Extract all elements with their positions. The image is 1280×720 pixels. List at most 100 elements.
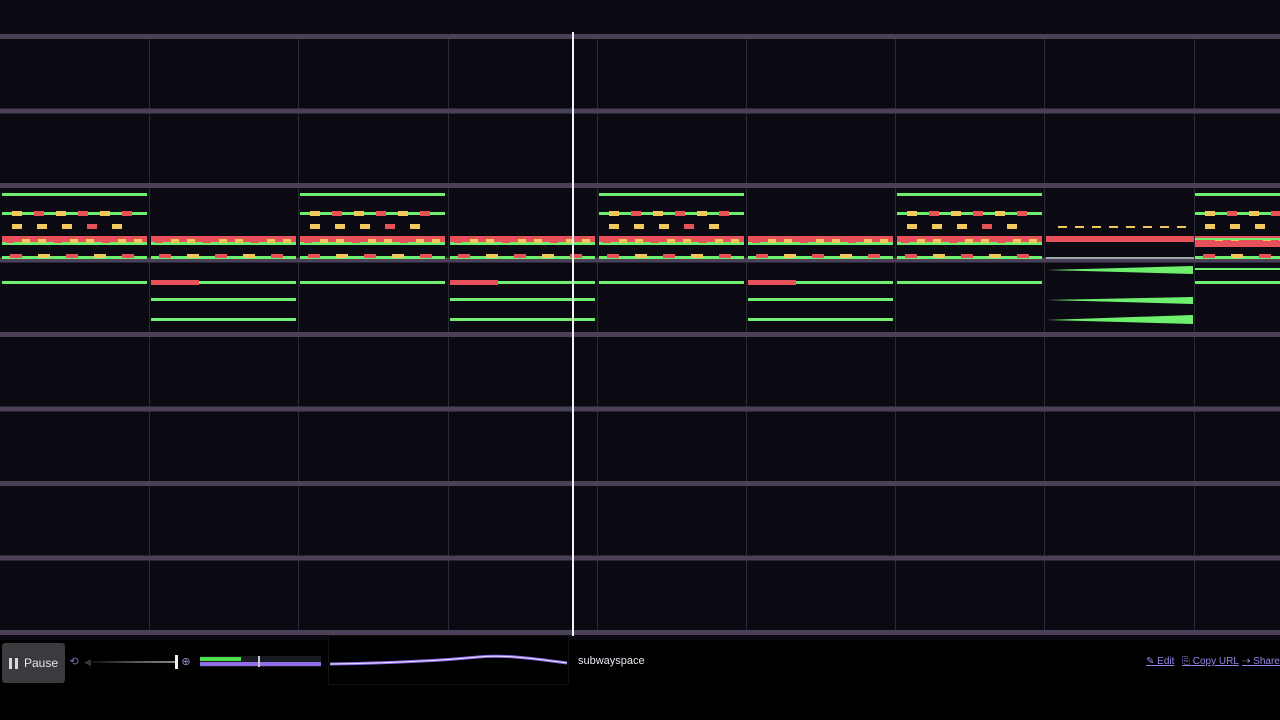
note [961, 254, 973, 258]
note [336, 254, 348, 258]
note [1177, 226, 1186, 228]
note [37, 224, 47, 229]
note [1205, 211, 1215, 216]
note [582, 239, 590, 243]
note [691, 254, 703, 258]
pause-label: Pause [23, 656, 59, 670]
song-preview[interactable] [328, 635, 569, 685]
note [619, 239, 627, 243]
note [486, 254, 498, 258]
note [1160, 226, 1169, 228]
timeline[interactable] [200, 656, 321, 667]
note [949, 239, 957, 243]
note [609, 211, 619, 216]
note [570, 254, 582, 258]
note [651, 239, 659, 243]
note [752, 239, 760, 243]
note [868, 254, 880, 258]
note [607, 254, 619, 258]
note [320, 239, 328, 243]
note [352, 239, 360, 243]
note [1046, 257, 1194, 259]
note [203, 239, 211, 243]
timeline-progress-green [200, 657, 241, 661]
loop-icon[interactable]: ⟲ [68, 655, 80, 669]
note [470, 239, 478, 243]
note [310, 224, 320, 229]
note [864, 239, 872, 243]
note [518, 239, 526, 243]
note [1143, 226, 1152, 228]
note [907, 224, 917, 229]
note [653, 211, 663, 216]
note [748, 280, 796, 285]
note [599, 193, 744, 196]
note [933, 254, 945, 258]
note [62, 224, 72, 229]
note [360, 224, 370, 229]
note [748, 298, 893, 301]
note [12, 211, 22, 216]
note [400, 239, 408, 243]
note [410, 224, 420, 229]
note [235, 239, 243, 243]
edit-link[interactable]: ✎ Edit [1146, 656, 1174, 667]
note [384, 239, 392, 243]
pause-icon [8, 657, 18, 669]
note [364, 254, 376, 258]
note [715, 239, 723, 243]
note [1195, 268, 1280, 270]
note [271, 254, 283, 258]
staff-line [0, 108, 1280, 114]
note [310, 211, 320, 216]
staff-line [0, 406, 1280, 412]
note [78, 211, 88, 216]
note [784, 239, 792, 243]
note [187, 239, 195, 243]
zoom-icon[interactable]: ⊕ [180, 656, 192, 668]
note [756, 254, 768, 258]
note [683, 239, 691, 243]
note [392, 254, 404, 258]
note [1249, 211, 1259, 216]
note [151, 280, 199, 285]
note [550, 239, 558, 243]
pause-button[interactable]: Pause [2, 643, 65, 683]
note [848, 239, 856, 243]
note [502, 239, 510, 243]
note [336, 239, 344, 243]
note [155, 239, 163, 243]
note [784, 254, 796, 258]
piano-roll[interactable] [0, 0, 1280, 640]
note [719, 254, 731, 258]
note [1195, 238, 1280, 240]
note [800, 239, 808, 243]
timeline-marker[interactable] [258, 656, 260, 667]
note [603, 239, 611, 243]
note [812, 254, 824, 258]
volume-slider[interactable] [92, 655, 180, 669]
note [243, 254, 255, 258]
note [450, 280, 498, 285]
copy-url-link[interactable]: ⎘ Copy URL [1182, 656, 1239, 667]
share-link[interactable]: ⇢ Share [1242, 656, 1280, 667]
note [684, 224, 694, 229]
staff-line [0, 332, 1280, 337]
note [118, 239, 126, 243]
note [300, 281, 445, 284]
note [1017, 211, 1027, 216]
note [659, 224, 669, 229]
note [304, 239, 312, 243]
note [731, 239, 739, 243]
volume-thumb[interactable] [175, 655, 178, 669]
note [675, 211, 685, 216]
note [768, 239, 776, 243]
note [1195, 241, 1280, 247]
note [542, 254, 554, 258]
note [1013, 239, 1021, 243]
note [100, 211, 110, 216]
note [709, 224, 719, 229]
mute-icon[interactable]: ◀ [84, 656, 92, 668]
note [432, 239, 440, 243]
note [22, 239, 30, 243]
